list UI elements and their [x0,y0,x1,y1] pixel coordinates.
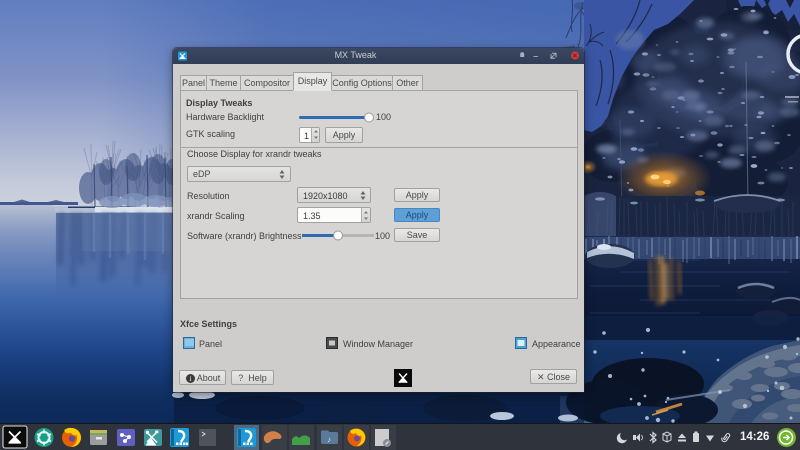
svg-text:i: i [190,375,192,383]
svg-text:♪: ♪ [327,435,331,444]
